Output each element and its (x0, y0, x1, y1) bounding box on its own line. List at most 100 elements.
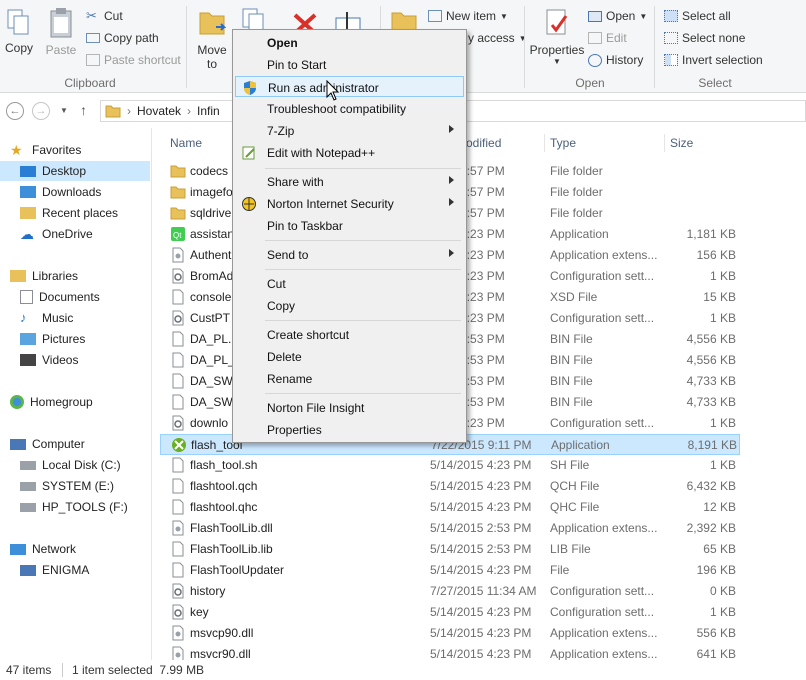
menu-item-pin-to-start[interactable]: Pin to Start (235, 54, 464, 75)
nav-homegroup[interactable]: Homegroup (0, 392, 150, 412)
menu-item-7zip[interactable]: 7-Zip (235, 120, 464, 141)
paste-shortcut-button[interactable]: Paste shortcut (86, 53, 181, 67)
paste-button[interactable]: Paste (44, 6, 78, 57)
menu-item-rename[interactable]: Rename (235, 368, 464, 389)
menu-item-norton-internet-security[interactable]: Norton Internet Security (235, 193, 464, 214)
select-all-button[interactable]: Select all (664, 9, 731, 23)
flashtool-icon (171, 437, 187, 453)
file-type: Configuration sett... (550, 605, 655, 619)
forward-button[interactable]: → (32, 102, 50, 120)
pictures-icon (20, 333, 36, 345)
mouse-cursor-icon (326, 80, 340, 101)
menu-item-troubleshoot[interactable]: Troubleshoot compatibility (235, 98, 464, 119)
nav-network[interactable]: Network (0, 539, 150, 559)
column-header-type[interactable]: Type (550, 131, 576, 155)
copy-button[interactable]: Copy (4, 8, 34, 55)
menu-item-delete[interactable]: Delete (235, 346, 464, 367)
nav-pictures[interactable]: Pictures (0, 329, 150, 349)
nav-recent-places[interactable]: Recent places (0, 203, 150, 223)
menu-separator (265, 168, 461, 169)
menu-item-pin-to-taskbar[interactable]: Pin to Taskbar (235, 215, 464, 236)
menu-item-share-with[interactable]: Share with (235, 171, 464, 192)
file-row[interactable]: flash_tool.sh 5/14/2015 4:23 PM SH File 1 K… (160, 455, 740, 476)
uac-shield-icon (244, 81, 256, 95)
file-type: Application (551, 438, 610, 452)
nav-local-disk[interactable]: Local Disk (C:) (0, 455, 150, 475)
menu-item-properties[interactable]: Properties (235, 419, 464, 440)
column-divider (664, 134, 665, 152)
nav-music[interactable]: ♪ Music (0, 308, 150, 328)
menu-item-copy[interactable]: Copy (235, 295, 464, 316)
file-row[interactable]: msvcp90.dll 5/14/2015 4:23 PM Application … (160, 623, 740, 644)
move-to-button[interactable]: Move to (194, 6, 230, 71)
menu-item-open[interactable]: Open (235, 32, 464, 53)
nav-documents[interactable]: Documents (0, 287, 150, 307)
nav-computer[interactable]: Computer (0, 434, 150, 454)
easy-access-button[interactable]: y access ▼ (468, 31, 527, 45)
folder-icon (170, 205, 186, 221)
ribbon-divider (654, 6, 655, 88)
menu-separator (265, 320, 461, 321)
open-group-label: Open (575, 76, 605, 90)
back-button[interactable]: ← (6, 102, 24, 120)
breadcrumb-infin[interactable]: Infin (197, 104, 220, 118)
edit-button[interactable]: Edit (588, 31, 627, 45)
menu-separator (265, 240, 461, 241)
nav-libraries[interactable]: Libraries (0, 266, 150, 286)
nav-onedrive[interactable]: ☁ OneDrive (0, 224, 150, 244)
file-row[interactable]: FlashToolLib.lib 5/14/2015 2:53 PM LIB Fil… (160, 539, 740, 560)
file-type: Configuration sett... (550, 311, 655, 325)
nav-videos[interactable]: Videos (0, 350, 150, 370)
file-icon (170, 541, 186, 557)
cloud-icon: ☁ (20, 226, 34, 242)
file-row[interactable]: FlashToolUpdater 5/14/2015 4:23 PM File 196… (160, 560, 740, 581)
nav-desktop[interactable]: Desktop (0, 161, 150, 181)
file-size: 1 KB (709, 269, 736, 283)
folder-icon (105, 105, 121, 118)
invert-selection-button[interactable]: Invert selection (664, 53, 763, 67)
select-none-button[interactable]: Select none (664, 31, 745, 45)
new-item-button[interactable]: New item ▼ (428, 9, 508, 23)
breadcrumb-hovatek[interactable]: Hovatek (137, 104, 181, 118)
file-row[interactable]: history 7/27/2015 11:34 AM Configuration s… (160, 581, 740, 602)
file-size: 4,556 KB (686, 332, 736, 346)
menu-item-send-to[interactable]: Send to (235, 244, 464, 265)
column-header-size[interactable]: Size (670, 131, 693, 155)
nav-enigma[interactable]: ENIGMA (0, 560, 150, 580)
file-size: 4,733 KB (686, 374, 736, 388)
file-size: 4,556 KB (686, 353, 736, 367)
breadcrumb-separator-icon: › (127, 104, 131, 118)
nav-system-drive[interactable]: SYSTEM (E:) (0, 476, 150, 496)
file-type: BIN File (550, 353, 593, 367)
status-divider (62, 663, 63, 677)
menu-item-create-shortcut[interactable]: Create shortcut (235, 324, 464, 345)
column-header-name[interactable]: Name (170, 131, 202, 155)
homegroup-icon (10, 395, 24, 409)
cut-button[interactable]: ✂ Cut (86, 9, 123, 24)
nav-hp-tools-drive[interactable]: HP_TOOLS (F:) (0, 497, 150, 517)
notepad-plus-plus-icon (242, 146, 255, 160)
file-row[interactable]: flashtool.qch 5/14/2015 4:23 PM QCH File 6,… (160, 476, 740, 497)
clipboard-icon (50, 8, 72, 38)
file-type: Application extens... (550, 626, 658, 640)
menu-item-cut[interactable]: Cut (235, 273, 464, 294)
nav-favorites[interactable]: ★ Favorites (0, 140, 150, 160)
column-header-date[interactable]: odified (466, 131, 501, 155)
dll-icon (170, 520, 186, 536)
menu-item-norton-file-insight[interactable]: Norton File Insight (235, 397, 464, 418)
recent-locations-chevron-icon[interactable]: ▼ (60, 106, 68, 115)
file-row[interactable]: FlashToolLib.dll 5/14/2015 2:53 PM Applica… (160, 518, 740, 539)
nav-downloads[interactable]: Downloads (0, 182, 150, 202)
properties-icon (546, 9, 568, 35)
file-row[interactable]: key 5/14/2015 4:23 PM Configuration sett..… (160, 602, 740, 623)
open-button[interactable]: Open ▼ (588, 9, 647, 23)
copy-path-button[interactable]: Copy path (86, 31, 159, 45)
file-icon (170, 457, 186, 473)
file-row[interactable]: flashtool.qhc 5/14/2015 4:23 PM QHC File 12… (160, 497, 740, 518)
file-icon (170, 289, 186, 305)
menu-item-run-as-administrator[interactable]: Run as administrator (235, 76, 464, 97)
up-arrow-icon[interactable]: ↑ (80, 102, 87, 118)
properties-button[interactable]: Properties ▼ (528, 6, 586, 66)
menu-item-edit-notepad[interactable]: Edit with Notepad++ (235, 142, 464, 163)
history-button[interactable]: History (588, 53, 643, 67)
